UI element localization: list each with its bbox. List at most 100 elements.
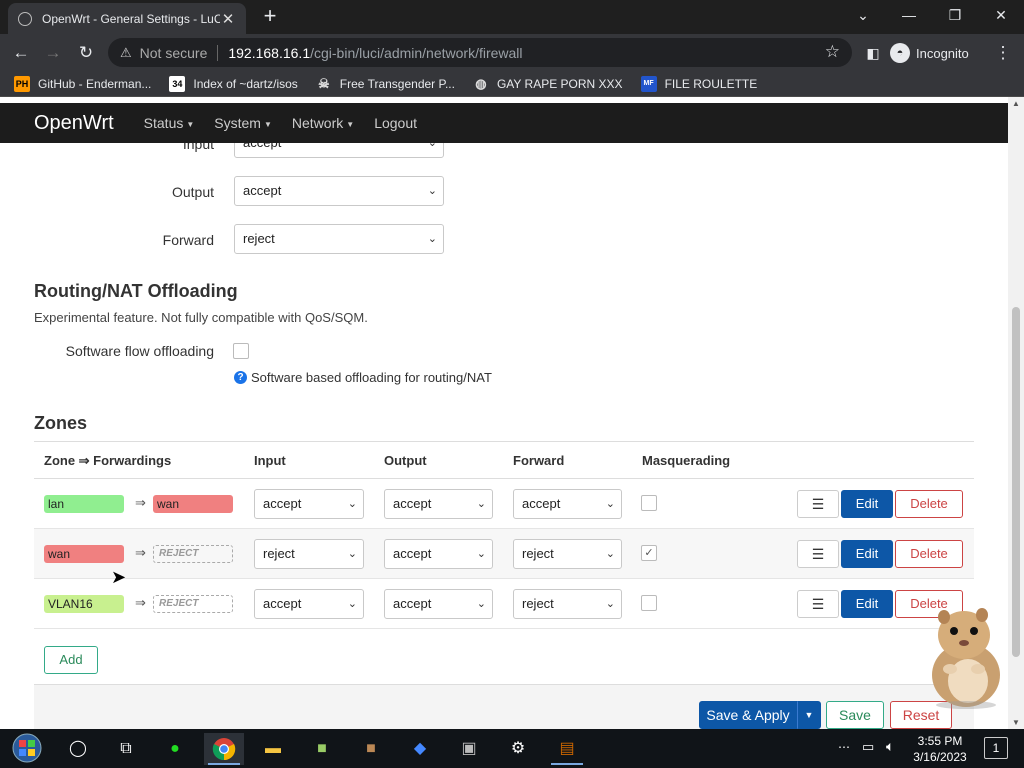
zone-input-select[interactable]: accept ⌄: [254, 489, 364, 519]
brand-logo[interactable]: OpenWrt: [34, 112, 114, 135]
zone-input-select[interactable]: reject ⌄: [254, 539, 364, 569]
menu-logout[interactable]: Logout: [374, 115, 417, 131]
address-bar[interactable]: ⚠ Not secure 192.168.16.1/cgi-bin/luci/a…: [108, 38, 852, 67]
start-button[interactable]: [6, 733, 48, 765]
search-circle-icon[interactable]: ◯: [58, 733, 98, 765]
zone-badge: VLAN16: [44, 595, 124, 613]
xbox-app-icon[interactable]: ■: [302, 733, 342, 765]
zone-dest-badge: wan: [153, 495, 233, 513]
col-zone-forwardings: Zone ⇒ Forwardings: [44, 453, 172, 468]
caret-down-icon: ▼: [263, 119, 272, 129]
chevron-down-icon: ⌄: [476, 498, 486, 510]
caret-down-icon: ▼: [186, 119, 195, 129]
masquerading-checkbox[interactable]: ✓: [641, 545, 657, 561]
tray-overflow-icon[interactable]: ⋯: [838, 740, 850, 768]
save-button[interactable]: Save: [826, 701, 884, 729]
zone-menu-button[interactable]: ☰: [797, 590, 839, 618]
add-zone-button[interactable]: Add: [44, 646, 98, 674]
browser-tab[interactable]: OpenWrt - General Settings - LuC ✕: [8, 3, 246, 34]
terminal-app-icon[interactable]: ▤: [547, 733, 587, 765]
zone-edit-button[interactable]: Edit: [841, 590, 893, 618]
spotify-app-icon[interactable]: ●: [155, 733, 195, 765]
address-separator: [217, 44, 219, 61]
forward-arrow-icon[interactable]: →: [40, 40, 66, 66]
bookmark-star-icon[interactable]: ☆: [825, 42, 840, 62]
scroll-down-icon[interactable]: ▼: [1008, 718, 1024, 727]
virtualbox-icon[interactable]: ▣: [449, 733, 489, 765]
bookmark-item[interactable]: 34 Index of ~dartz/isos: [169, 75, 298, 92]
zone-output-select[interactable]: accept ⌄: [384, 489, 493, 519]
zone-forward-select[interactable]: reject ⌄: [513, 539, 622, 569]
file-explorer-icon[interactable]: ▬: [253, 733, 293, 765]
minimize-button[interactable]: —: [886, 0, 932, 32]
zone-forward-select[interactable]: reject ⌄: [513, 589, 622, 619]
sw-offloading-checkbox[interactable]: [233, 343, 249, 359]
zone-delete-button[interactable]: Delete: [895, 540, 963, 568]
notification-center-icon[interactable]: 1: [984, 737, 1008, 759]
skull-icon: ☠: [317, 75, 330, 91]
menu-system[interactable]: System ▼: [214, 115, 272, 131]
settings-gear-icon[interactable]: ⚙: [498, 733, 538, 765]
zone-row-wan: wan ⇒ REJECT reject ⌄ accept ⌄ reject ⌄ ✓ ☰…: [34, 529, 974, 579]
menu-network[interactable]: Network ▼: [292, 115, 354, 131]
tab-close-icon[interactable]: ✕: [220, 10, 236, 28]
system-clock[interactable]: 3:55 PM 3/16/2023: [908, 733, 972, 765]
help-icon: ?: [234, 371, 247, 384]
menu-status[interactable]: Status ▼: [144, 115, 195, 131]
new-tab-button[interactable]: +: [258, 4, 282, 28]
game-app-icon[interactable]: ■: [351, 733, 391, 765]
zone-output-select[interactable]: accept ⌄: [384, 539, 493, 569]
zone-output-select[interactable]: accept ⌄: [384, 589, 493, 619]
masquerading-checkbox[interactable]: [641, 495, 657, 511]
volume-icon[interactable]: 🔈︎: [886, 738, 894, 768]
menu-system-label: System: [214, 115, 261, 131]
masquerading-checkbox[interactable]: [641, 595, 657, 611]
tab-search-icon[interactable]: ⌄: [840, 0, 886, 32]
scroll-up-icon[interactable]: ▲: [1008, 99, 1024, 108]
page-scrollbar[interactable]: ▲ ▼: [1008, 97, 1024, 729]
bookmark-icon: MF: [640, 75, 657, 92]
zone-delete-button[interactable]: Delete: [895, 490, 963, 518]
browser-menu-icon[interactable]: ⋮: [990, 40, 1016, 66]
save-apply-dropdown-icon[interactable]: ▼: [797, 701, 821, 729]
zone-menu-button[interactable]: ☰: [797, 490, 839, 518]
url-host: 192.168.16.1: [228, 44, 311, 61]
mouse-cursor-icon: ➤: [111, 567, 127, 587]
side-panel-icon[interactable]: ◧: [860, 40, 886, 66]
clock-date: 3/16/2023: [913, 750, 967, 764]
forward-arrow-icon: ⇒: [135, 595, 146, 610]
zone-edit-button[interactable]: Edit: [841, 490, 893, 518]
chevron-down-icon: ⌄: [605, 598, 615, 610]
zone-forward-select[interactable]: accept ⌄: [513, 489, 622, 519]
forward-policy-select[interactable]: reject ⌄: [234, 224, 444, 254]
chevron-down-icon: ⌄: [476, 548, 486, 560]
restore-button[interactable]: ❐: [932, 0, 978, 32]
reload-icon[interactable]: ↻: [73, 40, 99, 66]
bookmark-icon: 34: [169, 75, 186, 92]
sw-offloading-label: Software flow offloading: [65, 343, 214, 359]
col-output: Output: [384, 453, 427, 468]
zone-output-value: accept: [393, 496, 432, 511]
bookmark-item[interactable]: MF FILE ROULETTE: [640, 75, 757, 92]
zone-edit-button[interactable]: Edit: [841, 540, 893, 568]
blue-app-icon[interactable]: ◆: [400, 733, 440, 765]
chevron-down-icon: ⌄: [605, 548, 615, 560]
bookmark-label: Free Transgender P...: [339, 76, 455, 91]
zone-input-select[interactable]: accept ⌄: [254, 589, 364, 619]
offloading-title: Routing/NAT Offloading: [34, 281, 238, 301]
zone-menu-button[interactable]: ☰: [797, 540, 839, 568]
back-arrow-icon[interactable]: ←: [8, 40, 34, 66]
close-window-button[interactable]: ✕: [978, 0, 1024, 32]
scrollbar-thumb[interactable]: [1012, 307, 1020, 657]
task-view-icon[interactable]: ⧉: [106, 733, 146, 765]
zones-title: Zones: [34, 413, 88, 433]
checkmark-icon: ✓: [644, 547, 654, 559]
bookmark-item[interactable]: ☠ Free Transgender P...: [316, 76, 455, 92]
bookmark-item[interactable]: PH GitHub - Enderman...: [14, 75, 151, 92]
chrome-app-icon[interactable]: [204, 733, 244, 765]
incognito-indicator[interactable]: ◓ Incognito: [890, 43, 969, 63]
output-policy-select[interactable]: accept ⌄: [234, 176, 444, 206]
network-icon[interactable]: ▭: [862, 739, 874, 768]
save-apply-button[interactable]: Save & Apply: [699, 701, 797, 729]
bookmark-item[interactable]: ◍ GAY RAPE PORN XXX: [473, 76, 622, 92]
